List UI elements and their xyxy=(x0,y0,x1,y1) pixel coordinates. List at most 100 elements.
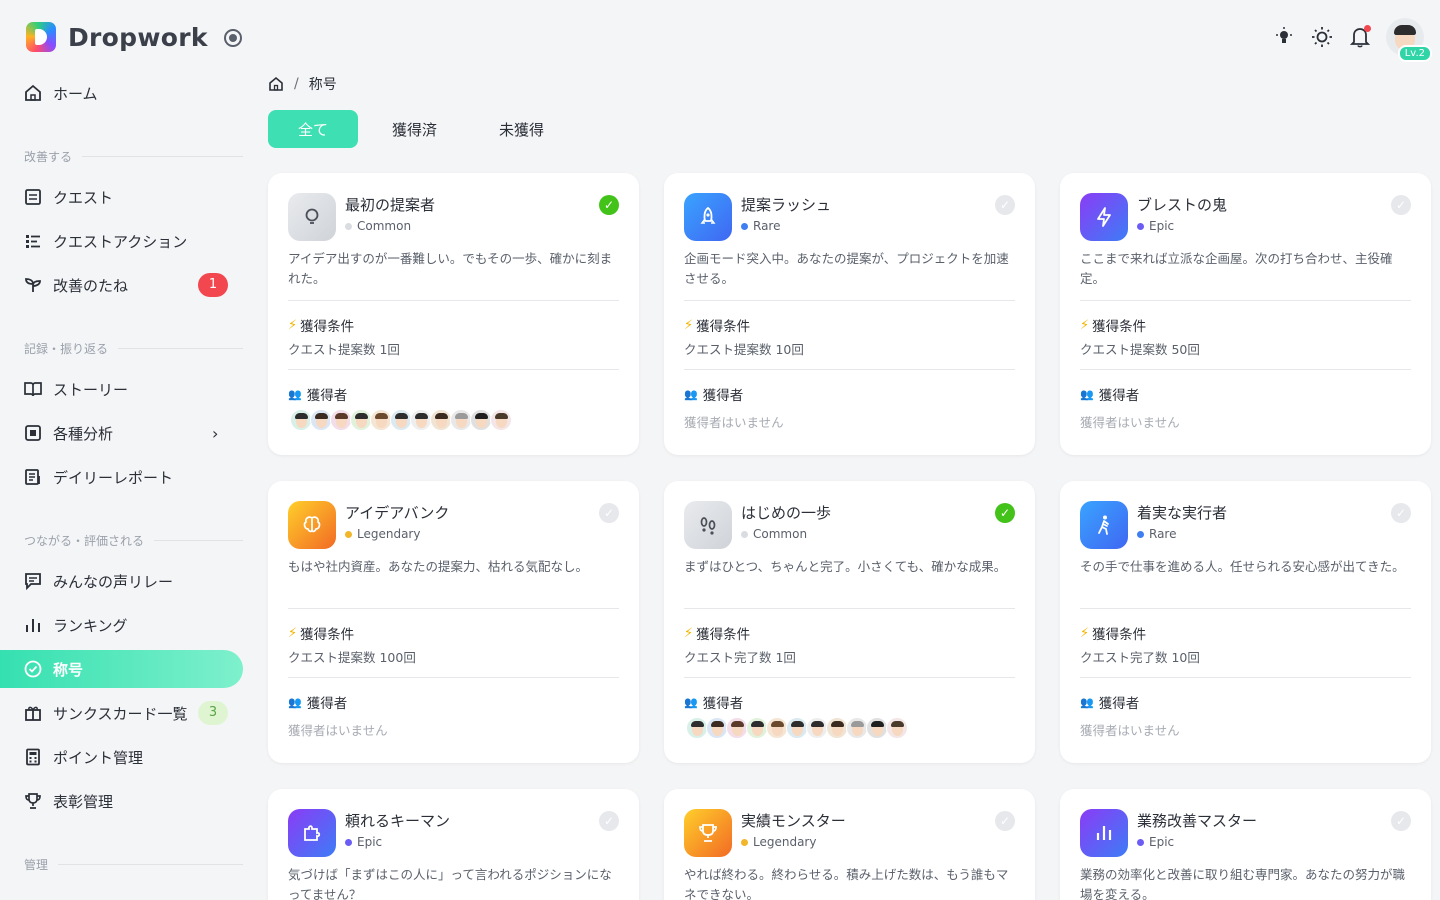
rarity-dot xyxy=(741,838,748,846)
card-title: ブレストの鬼 xyxy=(1137,196,1228,214)
divider xyxy=(288,369,619,370)
holder-avatar[interactable] xyxy=(450,409,472,431)
sidebar-item-points[interactable]: ポイント管理 xyxy=(0,738,243,776)
condition-heading-text: 獲得条件 xyxy=(300,319,355,335)
lightbulb-icon[interactable] xyxy=(1272,25,1296,49)
sidebar-item-seeds[interactable]: 改善のたね 1 xyxy=(0,266,243,304)
holder-avatar[interactable] xyxy=(846,717,868,739)
header-actions: Lv.2 xyxy=(1258,18,1432,62)
holder-avatar[interactable] xyxy=(786,717,808,739)
holder-avatar[interactable] xyxy=(766,717,788,739)
condition-value: クエスト完了数 10回 xyxy=(1080,650,1200,665)
sidebar-item-awards[interactable]: 表彰管理 xyxy=(0,782,243,820)
holder-avatar[interactable] xyxy=(686,717,708,739)
breadcrumb-separator: / xyxy=(294,76,299,92)
trophy-icon xyxy=(684,809,732,857)
holders-heading-text: 獲得者 xyxy=(306,696,348,712)
title-card[interactable]: はじめの一歩 Common ✓ まずはひとつ、ちゃんと完了。小さくても、確かな成果。 ⚡… xyxy=(664,481,1035,763)
logo-icon xyxy=(26,22,56,52)
holder-avatar[interactable] xyxy=(310,409,332,431)
condition-heading: ⚡ 獲得条件 xyxy=(684,623,750,644)
sidebar-item-quest[interactable]: クエスト xyxy=(0,178,243,216)
title-card[interactable]: 着実な実行者 Rare ✓ その手で仕事を進める人。任せられる安心感が出てきた。 ⚡ 獲得… xyxy=(1060,481,1431,763)
list-icon xyxy=(24,232,42,250)
title-card[interactable]: アイデアバンク Legendary ✓ もはや社内資産。あなたの提案力、枯れる気配なし… xyxy=(268,481,639,763)
holders-heading: 👥 獲得者 xyxy=(1080,692,1139,713)
sidebar-item-quest-action[interactable]: クエストアクション xyxy=(0,222,243,260)
users-icon: 👥 xyxy=(288,695,302,709)
title-card[interactable]: 提案ラッシュ Rare ✓ 企画モード突入中。あなたの提案が、プロジェクトを加速させる… xyxy=(664,173,1035,455)
holder-avatar[interactable] xyxy=(330,409,352,431)
holder-avatar[interactable] xyxy=(490,409,512,431)
holder-avatar[interactable] xyxy=(706,717,728,739)
condition-heading: ⚡ 獲得条件 xyxy=(1080,623,1146,644)
rarity-label: Common xyxy=(741,527,807,541)
condition-value: クエスト提案数 50回 xyxy=(1080,342,1200,357)
earned-check-icon: ✓ xyxy=(995,195,1015,215)
divider xyxy=(1080,677,1411,678)
sidebar-item-voice-relay[interactable]: みんなの声リレー xyxy=(0,562,243,600)
home-icon[interactable] xyxy=(268,76,284,92)
holder-avatar[interactable] xyxy=(866,717,888,739)
divider xyxy=(684,608,1015,609)
logo[interactable]: Dropwork xyxy=(26,22,208,52)
breadcrumb: / 称号 xyxy=(268,74,337,94)
card-title: はじめの一歩 xyxy=(741,504,832,522)
record-icon[interactable] xyxy=(224,29,242,47)
sidebar-item-thanks-cards[interactable]: サンクスカード一覧 3 xyxy=(0,694,243,732)
card-description: もはや社内資産。あなたの提案力、枯れる気配なし。 xyxy=(288,559,589,574)
sidebar-item-analysis[interactable]: 各種分析 › xyxy=(0,414,243,452)
holder-avatar[interactable] xyxy=(826,717,848,739)
holders-heading: 👥 獲得者 xyxy=(684,692,743,713)
tab-earned[interactable]: 獲得済 xyxy=(364,110,465,148)
title-card[interactable]: 業務改善マスター Epic ✓ 業務の効率化と改善に取り組む専門家。あなたの努力が職場… xyxy=(1060,789,1431,900)
earned-check-icon: ✓ xyxy=(1391,503,1411,523)
holder-avatar[interactable] xyxy=(746,717,768,739)
sidebar-item-label: 各種分析 xyxy=(53,424,114,443)
holders-heading: 👥 獲得者 xyxy=(1080,384,1139,405)
title-card[interactable]: 頼れるキーマン Epic ✓ 気づけば「まずはこの人に」って言われるポジションになって… xyxy=(268,789,639,900)
rarity-label: Rare xyxy=(741,219,780,233)
bell-icon[interactable] xyxy=(1348,25,1372,49)
card-description: その手で仕事を進める人。任せられる安心感が出てきた。 xyxy=(1080,559,1405,574)
holder-avatar[interactable] xyxy=(430,409,452,431)
sun-icon[interactable] xyxy=(1310,25,1334,49)
section-record: 記録・振り返る xyxy=(24,340,243,357)
footprints-icon xyxy=(684,501,732,549)
sidebar-item-ranking[interactable]: ランキング xyxy=(0,606,243,644)
sidebar-item-home[interactable]: ホーム xyxy=(0,74,243,112)
rarity-text: Epic xyxy=(357,835,383,849)
badge-check-icon xyxy=(24,660,42,678)
holder-avatar[interactable] xyxy=(410,409,432,431)
holders-heading: 👥 獲得者 xyxy=(288,384,347,405)
tab-unearned[interactable]: 未獲得 xyxy=(471,110,572,148)
condition-value: クエスト完了数 1回 xyxy=(684,650,796,665)
holders-heading-text: 獲得者 xyxy=(702,388,744,404)
divider xyxy=(288,677,619,678)
card-title: 業務改善マスター xyxy=(1137,812,1258,830)
holder-avatar[interactable] xyxy=(470,409,492,431)
sidebar-item-label: 称号 xyxy=(53,660,84,679)
card-title: 最初の提案者 xyxy=(345,196,436,214)
avatar[interactable]: Lv.2 xyxy=(1386,18,1432,62)
holder-avatar[interactable] xyxy=(806,717,828,739)
holder-avatar[interactable] xyxy=(886,717,908,739)
sidebar-item-label: 改善のたね xyxy=(53,276,129,295)
holder-avatar[interactable] xyxy=(350,409,372,431)
holder-avatar[interactable] xyxy=(370,409,392,431)
title-card[interactable]: ブレストの鬼 Epic ✓ ここまで来れば立派な企画屋。次の打ち合わせ、主役確定。 ⚡ 獲… xyxy=(1060,173,1431,455)
holder-avatar[interactable] xyxy=(390,409,412,431)
holder-avatar[interactable] xyxy=(726,717,748,739)
rarity-label: Epic xyxy=(1137,835,1174,849)
card-title: 実績モンスター xyxy=(741,812,846,830)
tab-all[interactable]: 全て xyxy=(268,110,358,148)
sidebar-item-story[interactable]: ストーリー xyxy=(0,370,243,408)
sidebar: Dropwork ホーム 改善する クエスト クエストアクション 改善のたね 1… xyxy=(0,0,260,900)
sidebar-item-titles[interactable]: 称号 xyxy=(0,650,243,688)
title-card[interactable]: 実績モンスター Legendary ✓ やれば終わる。終わらせる。積み上げた数は、もう… xyxy=(664,789,1035,900)
holder-avatar[interactable] xyxy=(290,409,312,431)
rarity-label: Legendary xyxy=(741,835,816,849)
bolt-icon: ⚡ xyxy=(288,317,298,333)
sidebar-item-daily-report[interactable]: デイリーレポート xyxy=(0,458,243,496)
title-card[interactable]: 最初の提案者 Common ✓ アイデア出すのが一番難しい。でもその一歩、確かに刻まれ… xyxy=(268,173,639,455)
